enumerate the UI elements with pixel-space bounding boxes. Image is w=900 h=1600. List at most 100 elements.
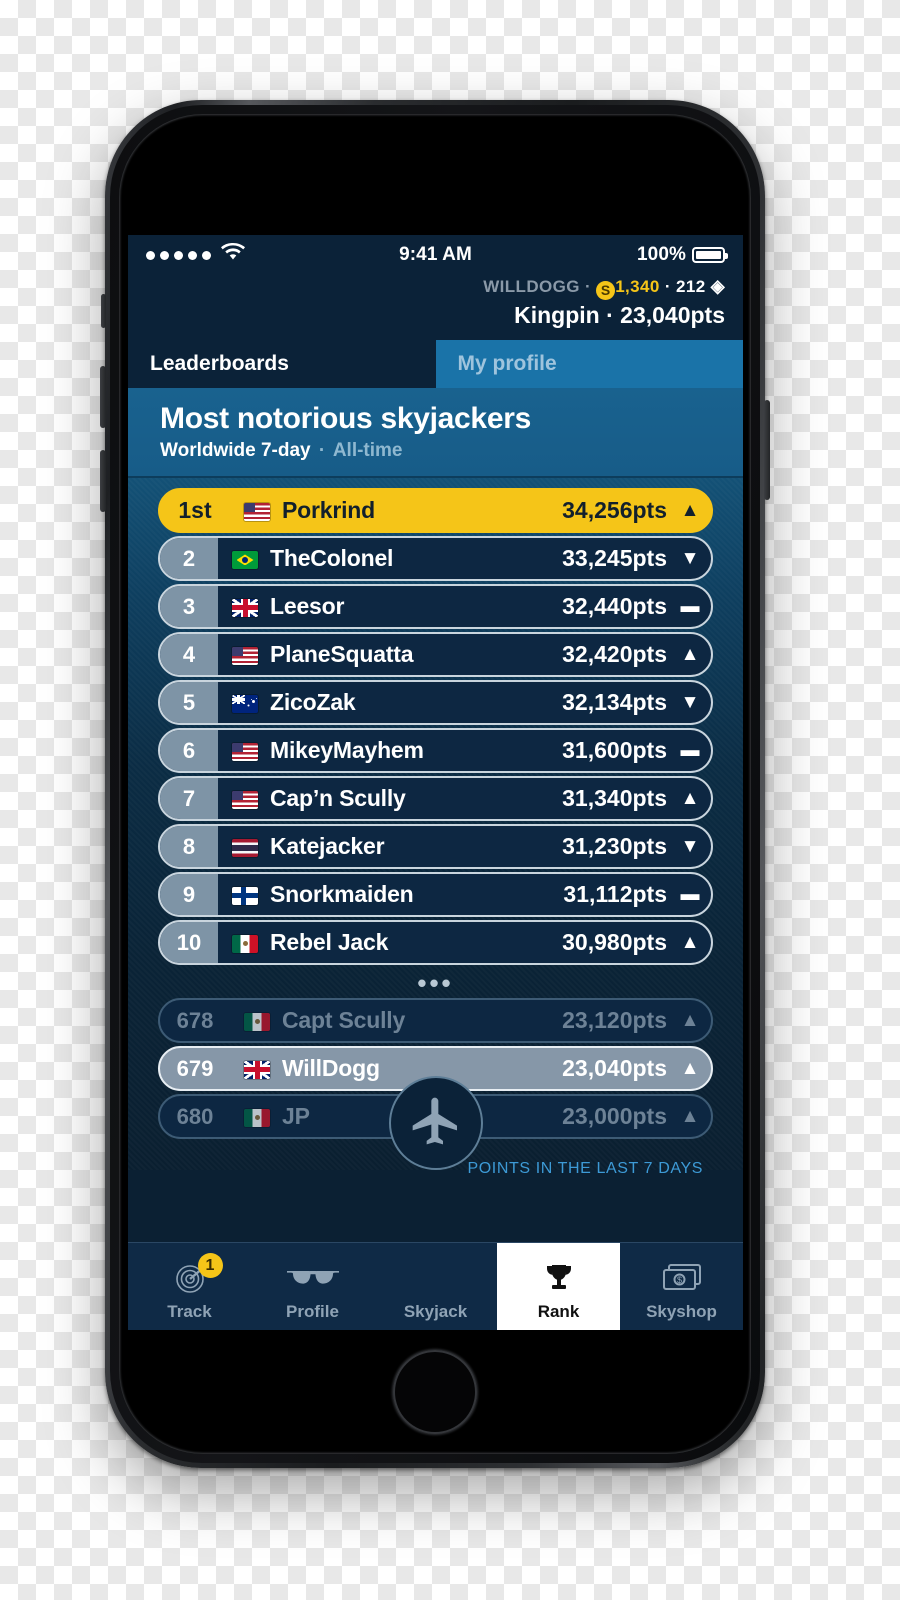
status-bar-left [146, 243, 399, 267]
leaderboard-row[interactable]: 6MikeyMayhem31,600pts▬ [158, 728, 713, 773]
svg-text:$: $ [676, 1275, 681, 1285]
tab-bar-label-track: Track [167, 1302, 211, 1322]
battery-percent-label: 100% [637, 244, 686, 266]
flag-icon-gb [232, 596, 258, 618]
leaderboard-row[interactable]: 8 Katejacker31,230pts ▼ [158, 824, 713, 869]
tab-bar-item-rank[interactable]: Rank [497, 1243, 620, 1330]
filter-all-time[interactable]: All-time [333, 440, 403, 461]
row-player-name: ZicoZak [270, 689, 562, 716]
account-username: WILLDOGG [483, 277, 580, 296]
row-trend-icon: ▲ [677, 932, 703, 954]
row-trend-icon: ▼ [677, 836, 703, 858]
row-player-name: Snorkmaiden [270, 881, 563, 908]
power-button[interactable] [764, 400, 770, 500]
status-bar: 9:41 AM 100% [128, 235, 743, 275]
row-points: 23,120pts [562, 1007, 667, 1034]
section-tabs: Leaderboards My profile [128, 340, 743, 388]
rank-gap-ellipsis: ••• [158, 968, 713, 998]
account-rank-title: Kingpin · 23,040pts [146, 301, 725, 330]
flag-icon-us [244, 500, 270, 522]
tab-bar-item-skyjack[interactable]: Skyjack [374, 1243, 497, 1330]
row-points: 23,040pts [562, 1055, 667, 1082]
row-player-name: MikeyMayhem [270, 737, 562, 764]
leaderboard-row[interactable]: 3Leesor32,440pts▬ [158, 584, 713, 629]
tab-bar-label-skyjack: Skyjack [404, 1302, 467, 1322]
volume-down-button[interactable] [100, 450, 106, 512]
leaderboard-row[interactable]: 4PlaneSquatta32,420pts▲ [158, 632, 713, 677]
row-points: 31,112pts [563, 881, 667, 908]
row-rank: 7 [160, 778, 218, 819]
row-rank: 4 [160, 634, 218, 675]
tab-bar-item-profile[interactable]: Profile [251, 1243, 374, 1330]
row-points: 31,600pts [562, 737, 667, 764]
leaderboard-banner: Most notorious skyjackers Worldwide 7-da… [128, 388, 743, 479]
flag-icon-us [232, 740, 258, 762]
leaderboard-row[interactable]: 678Capt Scully23,120pts▲ [158, 998, 713, 1043]
tab-bar-label-rank: Rank [538, 1302, 580, 1322]
account-sep-1: · [580, 277, 596, 296]
row-points: 34,256pts [562, 497, 667, 524]
mute-switch[interactable] [101, 294, 106, 328]
tab-leaderboards[interactable]: Leaderboards [128, 340, 436, 388]
row-player-name: Capt Scully [282, 1007, 562, 1034]
flag-icon-mx [244, 1106, 270, 1128]
flag-icon-us [232, 644, 258, 666]
flag-icon-br [232, 548, 258, 570]
leaderboard-filters: Worldwide 7-day · All-time [160, 440, 743, 462]
leaderboard-row[interactable]: 2TheColonel33,245pts▼ [158, 536, 713, 581]
account-summary[interactable]: WILLDOGG · S1,340 · 212 ◈ Kingpin · 23,0… [128, 275, 743, 340]
flag-icon-us [232, 788, 258, 810]
row-trend-icon: ▲ [677, 788, 703, 810]
leaderboard-row[interactable]: 10Rebel Jack30,980pts▲ [158, 920, 713, 965]
status-bar-right: 100% [472, 244, 725, 266]
gem-icon: ◈ [711, 276, 725, 296]
row-rank: 9 [160, 874, 218, 915]
row-points: 32,134pts [562, 689, 667, 716]
row-player-name: TheColonel [270, 545, 562, 572]
row-points: 31,230pts [562, 833, 667, 860]
row-trend-icon: ▲ [677, 500, 703, 522]
tab-bar-label-profile: Profile [286, 1302, 339, 1322]
app-screen: 9:41 AM 100% WILLDOGG · S1,340 · 212 ◈ K… [128, 235, 743, 1330]
top-ranks-group: 1stPorkrind34,256pts▲2TheColonel33,245pt… [158, 488, 713, 965]
row-points: 23,000pts [562, 1103, 667, 1130]
page-title: Most notorious skyjackers [160, 402, 743, 437]
leaderboard-row[interactable]: 7Cap’n Scully31,340pts▲ [158, 776, 713, 821]
tab-bar-item-track[interactable]: 1 Track [128, 1243, 251, 1330]
leaderboard-row[interactable]: 1st Porkrind34,256pts ▲ [158, 488, 713, 533]
tab-bar-item-skyshop[interactable]: $ Skyshop [620, 1243, 743, 1330]
home-button[interactable] [393, 1350, 477, 1434]
trophy-icon [541, 1255, 577, 1301]
wifi-icon [221, 243, 245, 267]
volume-up-button[interactable] [100, 366, 106, 428]
row-trend-icon: ▼ [677, 548, 703, 570]
row-rank: 679 [160, 1048, 230, 1089]
flag-icon-mx [244, 1010, 270, 1032]
row-rank: 6 [160, 730, 218, 771]
tab-leaderboards-label: Leaderboards [150, 352, 289, 376]
leaderboard-row[interactable]: 9Snorkmaiden31,112pts▬ [158, 872, 713, 917]
row-rank: 10 [160, 922, 218, 963]
row-points: 32,440pts [562, 593, 667, 620]
row-rank: 680 [160, 1096, 230, 1137]
sunglasses-icon [285, 1255, 341, 1301]
coin-icon: S [596, 281, 615, 300]
filter-separator: · [319, 440, 325, 461]
row-player-name: Katejacker [270, 833, 562, 860]
row-rank: 5 [160, 682, 218, 723]
row-trend-icon: ▲ [677, 1010, 703, 1032]
account-currency-line: WILLDOGG · S1,340 · 212 ◈ [146, 275, 725, 300]
flag-icon-fi [232, 884, 258, 906]
tab-my-profile[interactable]: My profile [436, 340, 744, 388]
row-rank: 8 [160, 826, 218, 867]
gem-amount: 212 [676, 277, 706, 296]
row-player-name: Leesor [270, 593, 562, 620]
row-rank: 1st [160, 490, 230, 531]
skyjack-fab-button[interactable] [389, 1076, 483, 1170]
row-trend-icon: ▲ [677, 1106, 703, 1128]
filter-worldwide-7day[interactable]: Worldwide 7-day [160, 440, 311, 461]
leaderboard-list[interactable]: 1stPorkrind34,256pts▲2TheColonel33,245pt… [128, 478, 743, 1170]
leaderboard-row[interactable]: 5ZicoZak32,134pts▼ [158, 680, 713, 725]
row-player-name: Porkrind [282, 497, 562, 524]
row-points: 33,245pts [562, 545, 667, 572]
